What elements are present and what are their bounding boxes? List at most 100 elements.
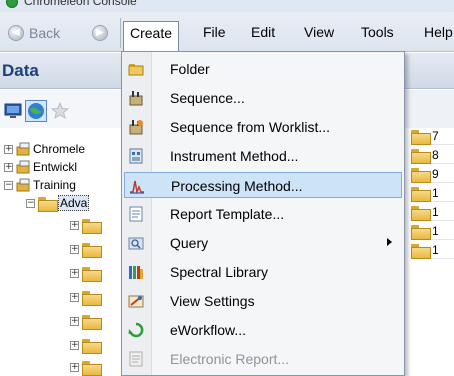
tree-child-folder[interactable]: + [70,216,102,234]
folder-icon [82,360,102,376]
menu-item-sequence-from-worklist[interactable]: Sequence from Worklist... [124,114,402,140]
menu-item-label: Report Template... [170,206,285,222]
tree-child-folder[interactable]: + [70,312,102,330]
menu-item-sequence[interactable]: Sequence... [124,85,402,111]
list-item-label: 1 [432,224,439,238]
list-item-label: 7 [432,129,439,143]
collapse-icon[interactable]: − [4,180,13,190]
app-icon [6,0,18,8]
tree-child-folder[interactable]: + [70,264,102,282]
folder-icon [82,242,102,258]
expand-icon[interactable]: + [70,268,79,278]
menu-item-query[interactable]: Query [124,230,402,256]
database-icon [16,178,30,192]
menu-item-label: Instrument Method... [170,148,299,164]
data-panel-header: Data [0,53,124,89]
menu-item-spectral-library[interactable]: Spectral Library [124,259,402,285]
folder-icon [82,290,102,306]
expand-icon[interactable]: + [70,340,79,350]
tree-item[interactable]: + Entwickl [4,158,77,176]
expand-icon[interactable]: + [70,220,79,230]
menu-help[interactable]: Help [418,21,454,45]
folder-icon [82,338,102,354]
processing-method-icon [130,180,144,194]
back-label: Back [29,25,61,41]
folder-icon [411,205,431,221]
expand-icon[interactable]: + [70,292,79,302]
list-item[interactable]: 7 [411,128,454,145]
database-icon [16,160,30,174]
folder-icon [411,167,431,183]
list-item[interactable]: 1 [411,223,454,240]
query-icon [128,237,144,250]
menu-item-label: Folder [170,61,210,77]
menu-item-label: eWorkflow... [170,322,246,338]
menu-file[interactable]: File [197,21,232,45]
tree-item[interactable]: + Chromele [4,140,85,158]
submenu-arrow-icon [387,238,392,246]
tree-item-label: Entwickl [33,160,78,174]
expand-icon[interactable]: + [4,144,13,154]
globe-icon[interactable] [25,100,47,122]
menu-item-report-template[interactable]: Report Template... [124,201,402,227]
folder-icon [411,129,431,145]
list-item-label: 9 [432,167,439,181]
content-panel-toolbar [404,90,454,128]
menu-create[interactable]: Create [123,21,180,51]
menu-item-view-settings[interactable]: View Settings [124,288,402,314]
menu-item-label: Spectral Library [170,264,269,280]
list-item[interactable]: 1 [411,185,454,202]
tree-child-folder[interactable]: + [70,288,102,306]
menu-item-processing-method[interactable]: Processing Method... [124,172,402,198]
panel-title: Data [2,61,39,80]
tree-child-folder[interactable]: + [70,240,102,258]
list-item[interactable]: 9 [411,166,454,183]
list-item[interactable]: 1 [411,204,454,221]
window-title: Chromeleon Console [24,0,137,8]
menu-item-electronic-report[interactable]: Electronic Report... [124,346,402,372]
expand-icon[interactable]: + [70,362,79,372]
tree-item[interactable]: − Adva [26,194,90,212]
computer-icon[interactable] [4,102,22,120]
folder-icon [128,64,144,76]
back-button[interactable]: ◀ Back [8,22,60,44]
star-icon[interactable] [51,102,69,120]
menu-edit[interactable]: Edit [245,21,281,45]
view-settings-icon [128,295,144,308]
tree-item[interactable]: − Training [4,176,76,194]
folder-icon [38,196,58,212]
menu-tools[interactable]: Tools [355,21,400,45]
list-item-label: 1 [432,186,439,200]
collapse-icon[interactable]: − [26,198,35,208]
menu-bar: ◀ Back ▶ Create File Edit View Tools Hel… [0,12,454,52]
content-panel-header [404,53,454,89]
menu-view[interactable]: View [298,21,340,45]
data-panel-toolbar [0,90,124,128]
sequence-worklist-icon [129,120,143,135]
expand-icon[interactable]: + [70,316,79,326]
forward-arrow-icon: ▶ [92,25,108,41]
folder-icon [82,314,102,330]
folder-icon [82,218,102,234]
folder-icon [82,266,102,282]
toolbar-separator [120,18,121,48]
menu-item-label: Sequence from Worklist... [170,119,331,135]
menu-item-label: Electronic Report... [170,351,290,367]
expand-icon[interactable]: + [70,244,79,254]
list-item-label: 8 [432,148,439,162]
menu-item-instrument-method[interactable]: Instrument Method... [124,143,402,169]
tree-child-folder[interactable]: + [70,358,102,376]
tree-child-folder[interactable]: + [70,336,102,354]
back-arrow-icon: ◀ [8,25,24,41]
list-item[interactable]: 8 [411,147,454,164]
menu-item-label: Query [170,235,209,251]
folder-icon [411,186,431,202]
list-item[interactable]: 1 [411,242,454,259]
forward-button[interactable]: ▶ [92,22,108,44]
expand-icon[interactable]: + [4,162,13,172]
electronic-report-icon [129,351,143,367]
menu-item-folder[interactable]: Folder [124,56,402,82]
data-tree: + Chromele + Entwickl − Training − Adva … [0,128,124,376]
eworkflow-icon [128,322,144,338]
menu-item-eworkflow[interactable]: eWorkflow... [124,317,402,343]
